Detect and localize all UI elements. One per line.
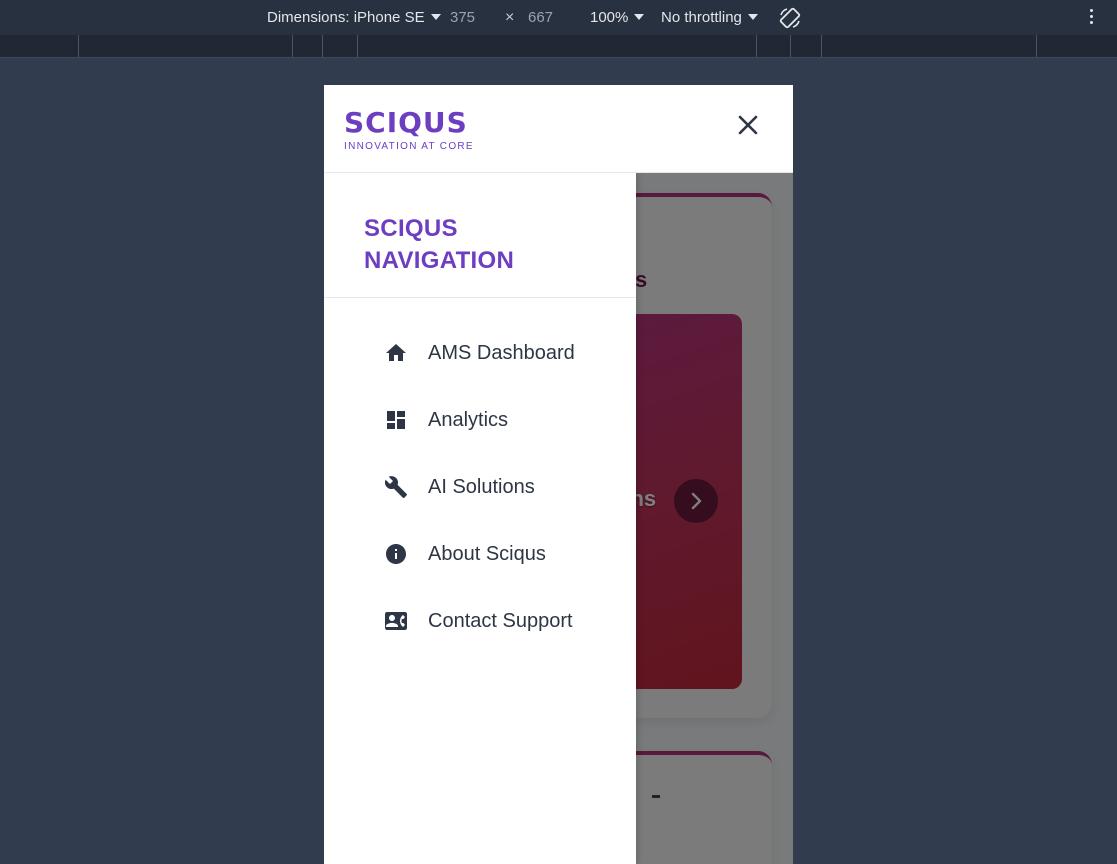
contact-card-icon: [385, 612, 407, 630]
ruler-tick: [357, 35, 358, 57]
width-input[interactable]: 375: [450, 0, 475, 35]
close-menu-button[interactable]: [733, 110, 763, 140]
zoom-label: 100%: [590, 9, 629, 26]
nav-item-label: AMS Dashboard: [428, 342, 575, 364]
app-header: SCIQUS INNOVATION AT CORE: [324, 85, 793, 173]
zoom-dropdown[interactable]: 100%: [590, 0, 645, 35]
logo-tagline: INNOVATION AT CORE: [344, 141, 474, 152]
chevron-down-icon: [634, 14, 645, 21]
ruler-tick: [322, 35, 323, 57]
dashboard-icon: [387, 411, 405, 429]
media-query-ruler: [0, 35, 1117, 58]
navigation-drawer: SCIQUS NAVIGATION AMS Dashboard Analytic…: [324, 173, 636, 864]
home-icon: [386, 344, 406, 361]
nav-item-about-sciqus[interactable]: About Sciqus: [384, 534, 614, 574]
ruler-tick: [78, 35, 79, 57]
device-dimensions-label: Dimensions: iPhone SE: [267, 9, 425, 26]
close-icon: [738, 115, 758, 135]
nav-item-label: AI Solutions: [428, 476, 535, 498]
ruler-tick: [1036, 35, 1037, 57]
more-options-icon[interactable]: [1088, 9, 1094, 27]
ruler-tick: [756, 35, 757, 57]
times-symbol: ×: [505, 9, 515, 26]
chevron-down-icon: [747, 14, 758, 21]
ruler-tick: [790, 35, 791, 57]
nav-item-label: About Sciqus: [428, 543, 546, 565]
nav-item-label: Analytics: [428, 409, 509, 431]
device-dimensions-dropdown[interactable]: Dimensions: iPhone SE: [267, 0, 441, 35]
ruler-tick: [292, 35, 293, 57]
drawer-title: SCIQUS NAVIGATION: [364, 215, 515, 274]
wrench-icon: [384, 476, 407, 498]
logo-text[interactable]: SCIQUS: [344, 107, 468, 139]
rotate-device-icon[interactable]: [778, 6, 802, 30]
throttling-dropdown[interactable]: No throttling: [661, 0, 758, 35]
nav-item-ai-solutions[interactable]: AI Solutions: [384, 467, 614, 507]
ruler-tick: [821, 35, 822, 57]
device-viewport: SCIQUS INNOVATION AT CORE s ons: [324, 85, 793, 864]
devtools-toolbar: Dimensions: iPhone SE 375 × 667 100% No …: [0, 0, 1117, 35]
chevron-down-icon: [430, 14, 441, 21]
divider: [324, 297, 636, 298]
throttling-label: No throttling: [661, 9, 742, 26]
nav-item-ams-dashboard[interactable]: AMS Dashboard: [384, 333, 614, 373]
nav-item-contact-support[interactable]: Contact Support: [384, 601, 614, 641]
nav-item-label: Contact Support: [428, 610, 573, 632]
height-input[interactable]: 667: [528, 0, 553, 35]
info-icon: [386, 544, 406, 564]
nav-item-analytics[interactable]: Analytics: [384, 400, 614, 440]
